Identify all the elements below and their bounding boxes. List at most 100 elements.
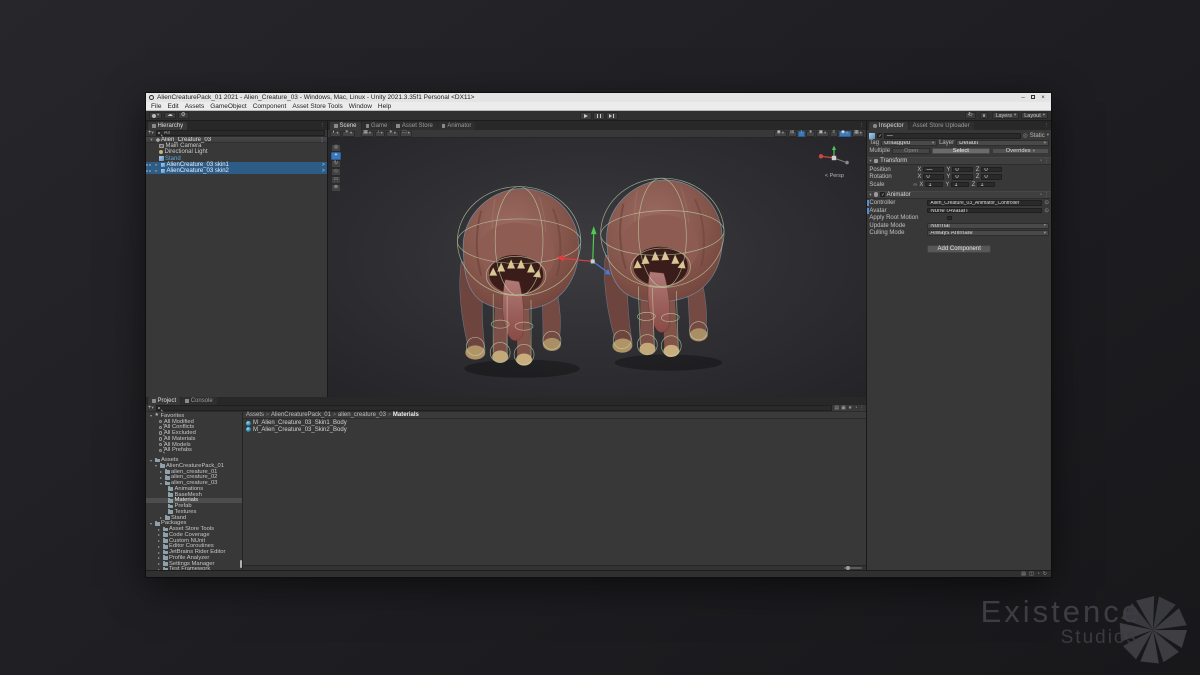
global-search-button[interactable]: [980, 112, 989, 119]
tab-animator[interactable]: Animator: [438, 122, 476, 130]
layer-dropdown[interactable]: Default▾: [956, 140, 1049, 146]
close-button[interactable]: ×: [1038, 94, 1048, 102]
expand-icon[interactable]: ▸: [157, 544, 161, 549]
expand-icon[interactable]: ▸: [157, 532, 161, 537]
component-menu-icon[interactable]: ⋮: [1044, 192, 1049, 198]
expand-icon[interactable]: ▾: [149, 413, 153, 418]
hidden-packages-toggle[interactable]: ◔: [854, 405, 857, 411]
animator-header[interactable]: ▾ ✓ Animator ◔⋮: [867, 191, 1051, 199]
active-checkbox[interactable]: ✓: [877, 133, 882, 138]
scene-lighting-toggle[interactable]: ↑: [798, 131, 805, 137]
tree-package-test-framework[interactable]: ▸Test Framework: [146, 567, 242, 571]
layout-dropdown[interactable]: Layout ▾: [1021, 112, 1048, 119]
2d-toggle[interactable]: ⊞: [788, 131, 797, 137]
menu-file[interactable]: File: [151, 103, 161, 110]
open-prefab-arrow-icon[interactable]: >: [322, 162, 325, 168]
prefab-overrides-dropdown[interactable]: Overrides▾: [992, 148, 1049, 155]
object-picker-icon[interactable]: ⊙: [1044, 208, 1049, 214]
rotation-x-field[interactable]: 0: [923, 174, 944, 180]
undo-history-button[interactable]: ↻: [965, 112, 976, 119]
transform-tool-button[interactable]: ⊕: [331, 184, 341, 192]
open-prefab-arrow-icon[interactable]: >: [322, 168, 325, 174]
constrain-proportions-icon[interactable]: ∞: [913, 182, 917, 188]
gizmos-dropdown[interactable]: ▦▾: [852, 131, 865, 137]
scale-x-field[interactable]: 1: [925, 182, 943, 188]
scene-panel-menu-icon[interactable]: ⋮: [859, 123, 865, 129]
layers-dropdown[interactable]: Layers ▾: [992, 112, 1019, 119]
position-x-field[interactable]: —: [923, 167, 944, 173]
foldout-icon[interactable]: ▾: [869, 158, 871, 164]
rotate-tool-button[interactable]: ↻: [331, 160, 341, 168]
add-component-button[interactable]: Add Component: [927, 245, 991, 253]
tab-asset-store-uploader[interactable]: Asset Store Uploader: [909, 122, 974, 130]
menu-assets[interactable]: Assets: [185, 103, 205, 110]
expand-icon[interactable]: ▾: [149, 521, 153, 526]
component-menu-icon[interactable]: ⋮: [1044, 158, 1049, 164]
shading-mode-dropdown[interactable]: ◐▾: [330, 131, 341, 137]
rotation-z-field[interactable]: 0: [981, 174, 1002, 180]
expand-icon[interactable]: ▸: [157, 527, 161, 532]
transform-header[interactable]: ▾ Transform ◔⋮: [867, 157, 1051, 165]
breadcrumb-pack[interactable]: AlienCreaturePack_01: [271, 412, 331, 418]
maximize-button[interactable]: [1028, 94, 1038, 102]
position-y-field[interactable]: 0: [952, 167, 973, 173]
expand-icon[interactable]: ▸: [157, 561, 161, 566]
expand-icon[interactable]: ▾: [154, 463, 158, 468]
hierarchy-panel-menu-icon[interactable]: ⋮: [320, 123, 326, 129]
expand-icon[interactable]: ▸: [157, 538, 161, 543]
status-progress-icon[interactable]: ◔: [1037, 571, 1040, 577]
prefab-open-button[interactable]: Open: [892, 148, 930, 155]
foldout-icon[interactable]: ▾: [869, 192, 871, 198]
minimize-button[interactable]: –: [1018, 94, 1028, 102]
title-bar[interactable]: AlienCreaturePack_01 2021 - Alien_Creatu…: [146, 93, 1051, 102]
rect-tool-button[interactable]: ▭: [331, 176, 341, 184]
status-activity-icon[interactable]: ▤: [1021, 571, 1026, 577]
account-button[interactable]: ▾: [149, 112, 162, 119]
move-tool-button[interactable]: +: [331, 152, 341, 160]
hidden-objects-toggle[interactable]: ≡: [830, 131, 838, 137]
expand-icon[interactable]: ▸: [157, 555, 161, 560]
grid-dropdown[interactable]: ▦▾: [361, 131, 374, 137]
menu-component[interactable]: Component: [253, 103, 287, 110]
status-console-icon[interactable]: ◫: [1029, 571, 1034, 577]
expand-icon[interactable]: ▾: [149, 458, 153, 463]
orientation-gizmo[interactable]: < Persp: [814, 144, 854, 179]
step-button[interactable]: [606, 112, 618, 120]
status-refresh-icon[interactable]: ↻: [1043, 571, 1047, 577]
services-gear-button[interactable]: ⚙: [178, 112, 189, 119]
tab-game[interactable]: Game: [362, 122, 392, 130]
object-name-field[interactable]: —: [884, 133, 1021, 139]
project-create-button[interactable]: +▾: [148, 405, 154, 411]
play-button[interactable]: [580, 112, 592, 120]
scene-viewport[interactable]: ◎ + ↻ ◇ ▭ ⊕: [328, 138, 866, 397]
scale-y-field[interactable]: 1: [951, 182, 969, 188]
controller-field[interactable]: Alien_Creature_03_Animator_Controller: [927, 200, 1042, 206]
audio-toggle[interactable]: ♪▾: [375, 131, 386, 137]
menu-gameobject[interactable]: GameObject: [210, 103, 247, 110]
tab-project[interactable]: Project: [148, 397, 180, 405]
stats-dropdown[interactable]: ▣▾: [816, 131, 829, 137]
breadcrumb-assets[interactable]: Assets: [246, 412, 264, 418]
tab-console[interactable]: Console: [181, 397, 217, 405]
scene-options-icon[interactable]: ⋮: [319, 137, 327, 143]
lighting-dropdown[interactable]: ☀▾: [342, 131, 355, 137]
expand-icon[interactable]: ▾: [159, 481, 163, 486]
projection-label[interactable]: < Persp: [814, 173, 854, 179]
filter-by-label-button[interactable]: ▣: [841, 405, 846, 411]
tab-scene[interactable]: Scene: [330, 122, 361, 130]
menu-edit[interactable]: Edit: [167, 103, 178, 110]
pause-button[interactable]: [593, 112, 605, 120]
menu-asset-store-tools[interactable]: Asset Store Tools: [292, 103, 342, 110]
tag-dropdown[interactable]: Untagged▾: [881, 140, 937, 146]
tree-scrollbar-thumb[interactable]: [240, 560, 242, 568]
breadcrumb-materials[interactable]: Materials: [393, 412, 419, 418]
project-search-input[interactable]: [156, 405, 833, 411]
avatar-field[interactable]: None (Avatar): [927, 208, 1042, 214]
measure-dropdown[interactable]: ▭▾: [400, 131, 413, 137]
breadcrumb-creature[interactable]: alien_creature_03: [338, 412, 386, 418]
expand-icon[interactable]: ▸: [159, 475, 163, 480]
animator-enabled-checkbox[interactable]: ✓: [880, 192, 885, 197]
object-picker-icon[interactable]: ⊙: [1044, 200, 1049, 206]
thumbnail-zoom-slider[interactable]: [844, 567, 862, 569]
zoom-slider-thumb[interactable]: [846, 566, 849, 569]
